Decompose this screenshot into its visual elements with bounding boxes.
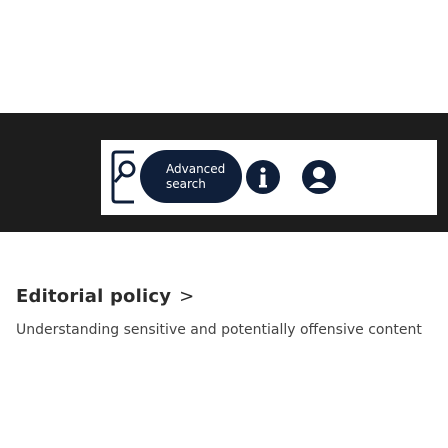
user-button[interactable] xyxy=(302,160,336,194)
editorial-policy-link[interactable]: Editorial policy > xyxy=(16,286,194,307)
chevron-right-icon: > xyxy=(179,286,195,307)
user-icon xyxy=(309,167,329,188)
info-button[interactable] xyxy=(246,160,280,194)
page: Advanced search Editorial policy > Unders… xyxy=(0,0,448,448)
editorial-policy-heading: Editorial policy xyxy=(16,286,172,307)
editorial-policy-description: Understanding sensitive and potentially … xyxy=(16,322,422,338)
advanced-search-label-line2: search xyxy=(166,176,206,191)
advanced-search-label-line1: Advanced xyxy=(166,161,226,176)
info-icon xyxy=(259,167,267,188)
advanced-search-button[interactable]: Advanced search xyxy=(140,150,242,203)
